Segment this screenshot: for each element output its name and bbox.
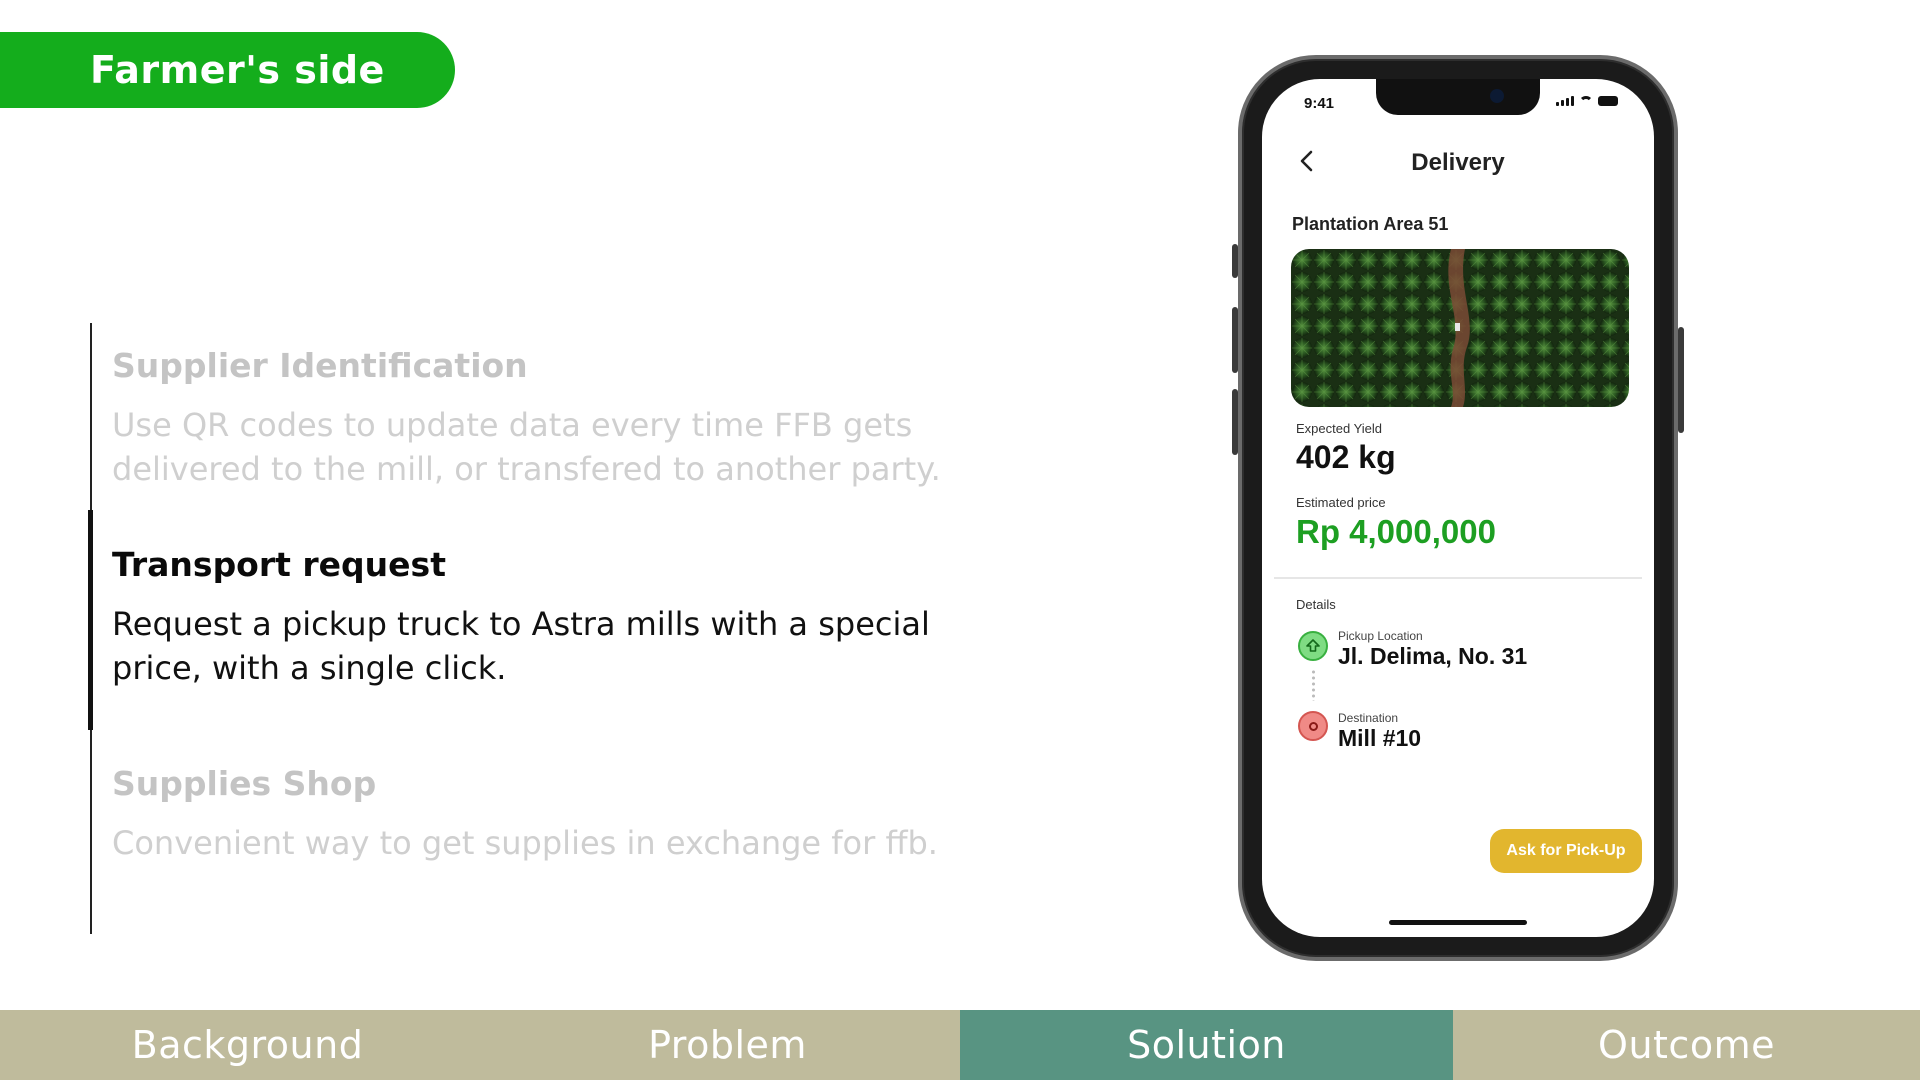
destination-value: Mill #10	[1338, 725, 1422, 751]
feature-title: Supplies Shop	[112, 764, 377, 803]
feature-title: Transport request	[112, 545, 446, 584]
nav-item-solution[interactable]: Solution	[960, 1010, 1453, 1080]
estimated-price-label: Estimated price	[1296, 495, 1386, 510]
route-connector	[1312, 669, 1315, 701]
wifi-icon	[1579, 96, 1593, 106]
feature-title: Supplier Identification	[112, 346, 528, 385]
section-title: Farmer's side	[90, 48, 385, 92]
phone-screen: 9:41 Delivery Plantation Area 51 Expecte…	[1262, 79, 1654, 937]
pickup-location-label: Pickup Location	[1338, 629, 1423, 643]
phone-mockup: 9:41 Delivery Plantation Area 51 Expecte…	[1232, 55, 1684, 961]
status-time: 9:41	[1304, 95, 1335, 112]
screen-title: Delivery	[1411, 149, 1505, 176]
pickup-location-value: Jl. Delima, No. 31	[1338, 643, 1528, 669]
phone-notch	[1376, 79, 1540, 115]
pickup-location-icon	[1298, 631, 1328, 661]
feature-supplies-shop[interactable]: Supplies Shop Convenient way to get supp…	[112, 764, 972, 865]
feature-description: Request a pickup truck to Astra mills wi…	[112, 605, 930, 687]
phone-volume-up	[1232, 307, 1238, 373]
estimated-price-value: Rp 4,000,000	[1296, 513, 1496, 550]
feature-description: Use QR codes to update data every time F…	[112, 406, 941, 488]
expected-yield-label: Expected Yield	[1296, 421, 1383, 436]
plantation-label: Plantation Area 51	[1292, 214, 1449, 234]
feature-transport-request[interactable]: Transport request Request a pickup truck…	[112, 545, 972, 690]
signal-icon	[1556, 96, 1574, 106]
nav-item-outcome[interactable]: Outcome	[1453, 1010, 1920, 1080]
phone-power-button	[1678, 327, 1684, 433]
ask-for-pickup-button[interactable]: Ask for Pick-Up	[1490, 829, 1642, 873]
status-icons	[1556, 96, 1618, 106]
destination-icon	[1298, 711, 1328, 741]
feature-supplier-identification[interactable]: Supplier Identification Use QR codes to …	[112, 346, 972, 491]
nav-item-background[interactable]: Background	[0, 1010, 495, 1080]
feature-description: Convenient way to get supplies in exchan…	[112, 824, 938, 862]
feature-rail-active-indicator	[88, 510, 93, 730]
camera-icon	[1490, 89, 1504, 103]
destination-label: Destination	[1338, 711, 1399, 725]
bottom-navigation: Background Problem Solution Outcome	[0, 1010, 1920, 1080]
phone-mute-switch	[1232, 244, 1238, 278]
plantation-aerial-image	[1291, 249, 1629, 407]
expected-yield-value: 402 kg	[1296, 439, 1396, 475]
nav-item-problem[interactable]: Problem	[495, 1010, 960, 1080]
divider	[1274, 577, 1642, 579]
details-label: Details	[1296, 597, 1336, 612]
section-header: Farmer's side	[0, 32, 455, 108]
phone-volume-down	[1232, 389, 1238, 455]
home-indicator	[1389, 920, 1527, 925]
battery-icon	[1598, 96, 1618, 106]
